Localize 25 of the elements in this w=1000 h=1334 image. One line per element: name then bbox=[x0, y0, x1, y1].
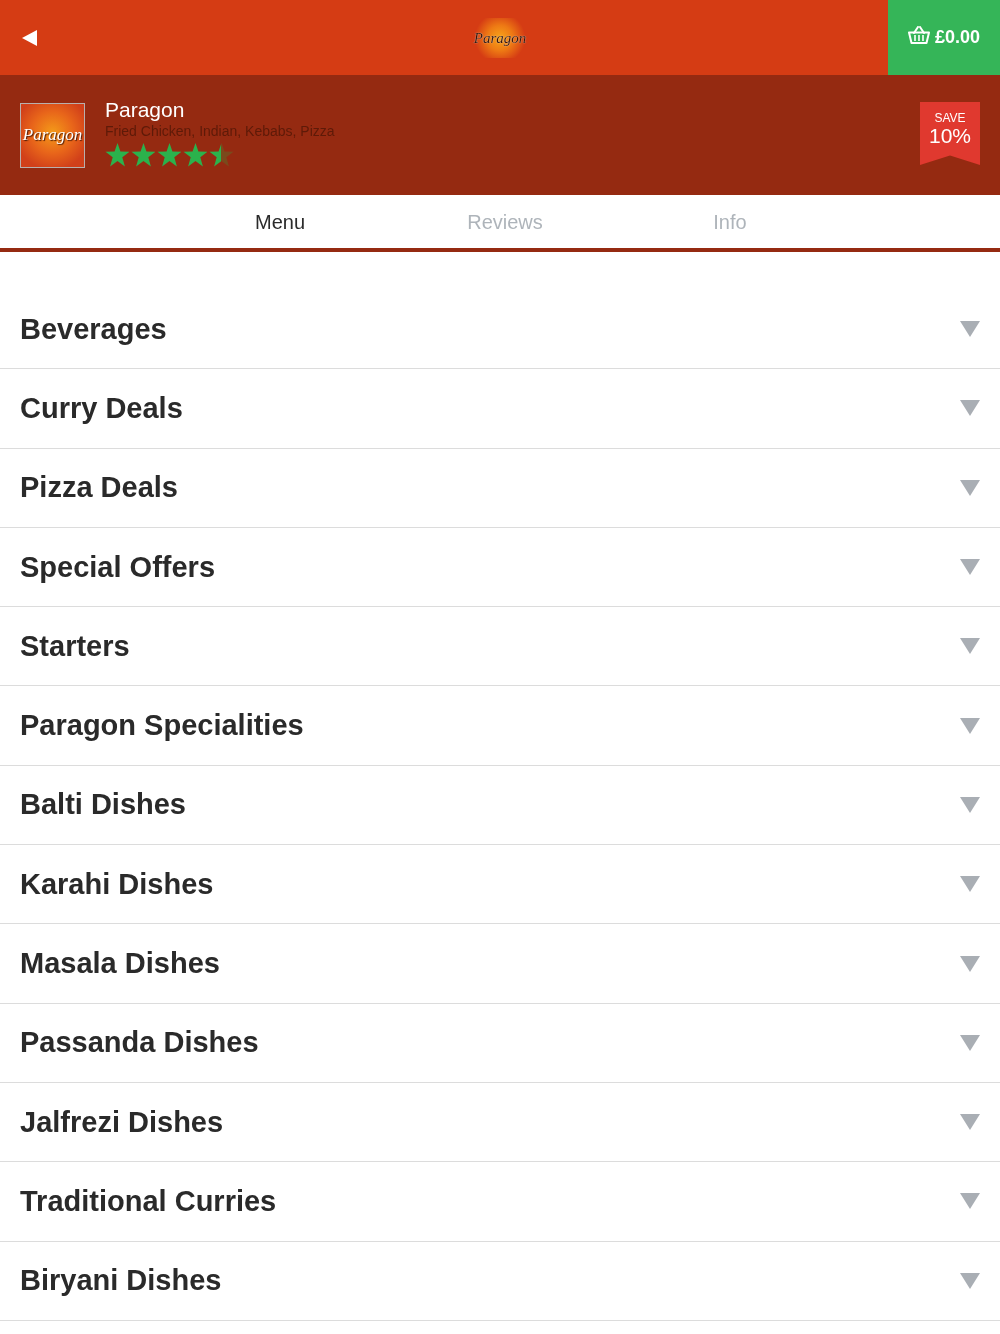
menu-category[interactable]: Jalfrezi Dishes bbox=[0, 1082, 1000, 1163]
tab[interactable]: Menu bbox=[170, 208, 390, 235]
menu-category[interactable]: Special Offers bbox=[0, 527, 1000, 608]
menu-category[interactable]: Traditional Curries bbox=[0, 1162, 1000, 1242]
discount-value: 10% bbox=[929, 125, 971, 146]
discount-label: SAVE bbox=[934, 112, 966, 125]
menu-category[interactable]: Biryani Dishes bbox=[0, 1241, 1000, 1321]
star-icon bbox=[209, 143, 234, 167]
menu-category[interactable]: Balti Dishes bbox=[0, 765, 1000, 846]
menu-category[interactable]: Karahi Dishes bbox=[0, 845, 1000, 925]
star-icon bbox=[105, 143, 130, 167]
restaurant-name: Paragon bbox=[105, 97, 186, 122]
menu-category[interactable]: Passanda Dishes bbox=[0, 1003, 1000, 1083]
restaurant-logo-thumbnail: Paragon bbox=[20, 102, 85, 168]
basket-icon bbox=[907, 25, 930, 44]
menu-category[interactable]: Beverages bbox=[0, 290, 1000, 370]
menu-category[interactable]: Masala Dishes bbox=[0, 924, 1000, 1004]
menu-category[interactable]: Curry Deals bbox=[0, 369, 1000, 449]
menu-category[interactable]: Paragon Specialities bbox=[0, 686, 1000, 766]
star-icon bbox=[183, 143, 208, 167]
menu-category[interactable]: Pizza Deals bbox=[0, 448, 1000, 528]
back-icon[interactable] bbox=[22, 29, 37, 46]
star-icon bbox=[131, 143, 156, 167]
star-icon bbox=[157, 143, 182, 167]
menu-category[interactable]: Starters bbox=[0, 607, 1000, 687]
